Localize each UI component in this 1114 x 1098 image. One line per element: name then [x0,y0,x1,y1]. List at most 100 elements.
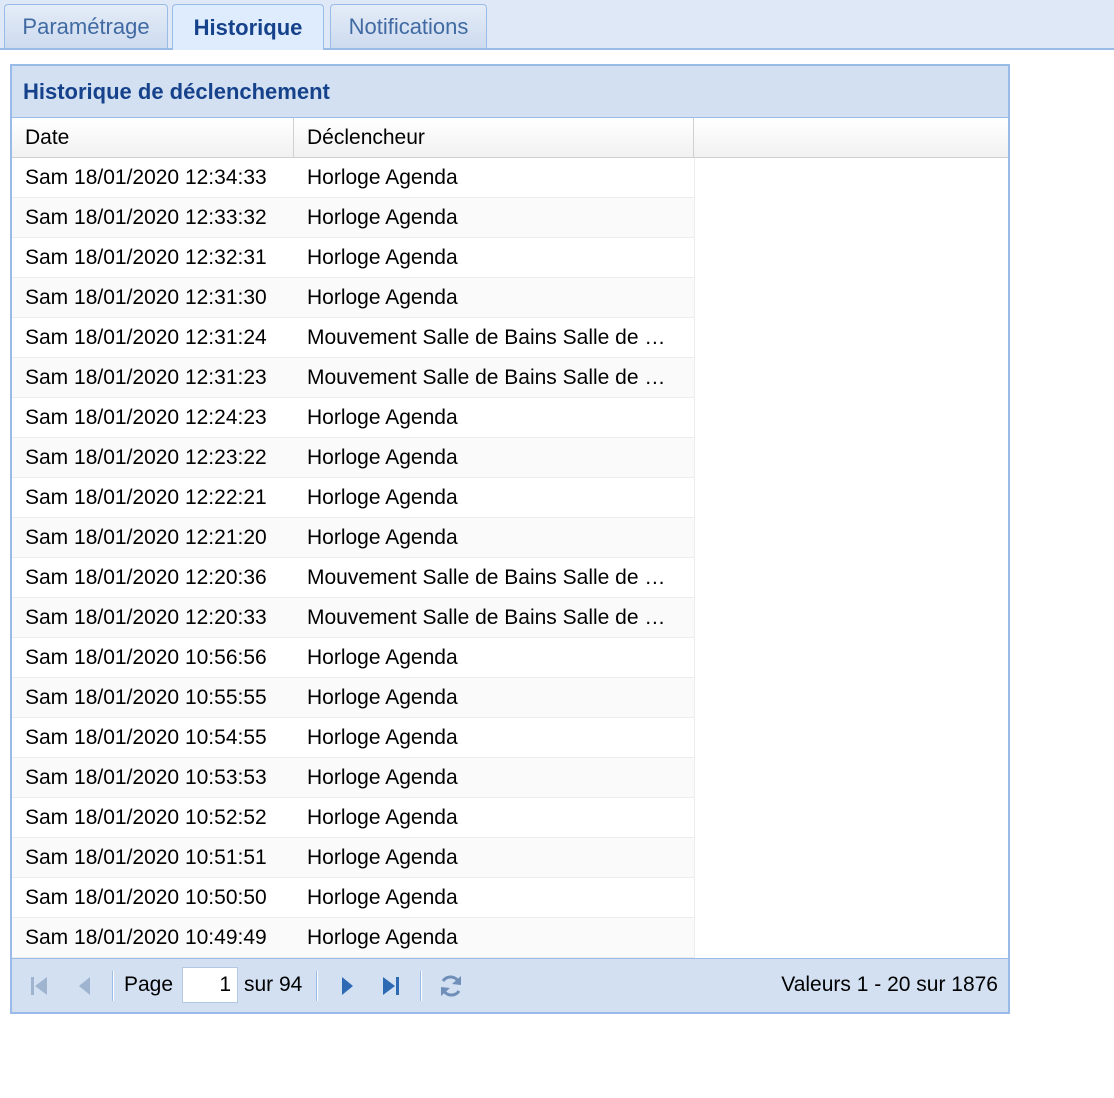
date-cell: Sam 18/01/2020 12:32:31 [12,238,294,278]
trigger-cell: Horloge Agenda [294,198,694,238]
date-cell: Sam 18/01/2020 12:31:30 [12,278,294,318]
trigger-text: Mouvement Salle de Bains Salle de … [307,606,666,629]
date-cell: Sam 18/01/2020 10:53:53 [12,758,294,798]
table-row[interactable]: Sam 18/01/2020 12:24:23 Horloge Agenda [12,398,694,438]
date-text: Sam 18/01/2020 10:56:56 [25,646,267,669]
table-row[interactable]: Sam 18/01/2020 10:55:55 Horloge Agenda [12,678,694,718]
date-cell: Sam 18/01/2020 12:31:23 [12,358,294,398]
table-row[interactable]: Sam 18/01/2020 12:20:33 Mouvement Salle d… [12,598,694,638]
date-cell: Sam 18/01/2020 10:50:50 [12,878,294,918]
table-row[interactable]: Sam 18/01/2020 12:20:36 Mouvement Salle d… [12,558,694,598]
trigger-cell: Horloge Agenda [294,638,694,678]
date-text: Sam 18/01/2020 12:24:23 [25,406,267,429]
trigger-cell: Horloge Agenda [294,158,694,198]
table-row[interactable]: Sam 18/01/2020 10:54:55 Horloge Agenda [12,718,694,758]
table-row[interactable]: Sam 18/01/2020 10:52:52 Horloge Agenda [12,798,694,838]
date-cell: Sam 18/01/2020 10:51:51 [12,838,294,878]
date-text: Sam 18/01/2020 12:21:20 [25,526,267,549]
trigger-cell: Horloge Agenda [294,478,694,518]
trigger-cell: Horloge Agenda [294,678,694,718]
date-text: Sam 18/01/2020 12:33:32 [25,206,267,229]
date-text: Sam 18/01/2020 12:32:31 [25,246,267,269]
trigger-text: Horloge Agenda [307,406,458,429]
trigger-cell: Mouvement Salle de Bains Salle de … [294,318,694,358]
date-text: Sam 18/01/2020 10:53:53 [25,766,267,789]
tab-parametrage[interactable]: Paramétrage [4,4,168,48]
page-label: Page [124,973,174,996]
trigger-text: Horloge Agenda [307,646,458,669]
next-page-button[interactable] [330,969,364,1003]
paging-toolbar: Page sur 94 Valeurs 1 - 20 sur 1876 [12,958,1008,1012]
date-cell: Sam 18/01/2020 12:23:22 [12,438,294,478]
date-cell: Sam 18/01/2020 10:55:55 [12,678,294,718]
table-row[interactable]: Sam 18/01/2020 12:22:21 Horloge Agenda [12,478,694,518]
date-text: Sam 18/01/2020 10:54:55 [25,726,267,749]
first-page-button[interactable] [22,969,56,1003]
previous-page-button[interactable] [68,969,102,1003]
table-row[interactable]: Sam 18/01/2020 12:33:32 Horloge Agenda [12,198,694,238]
date-cell: Sam 18/01/2020 10:56:56 [12,638,294,678]
trigger-cell: Horloge Agenda [294,398,694,438]
page-number-input[interactable] [182,967,238,1003]
trigger-text: Horloge Agenda [307,446,458,469]
date-cell: Sam 18/01/2020 12:24:23 [12,398,294,438]
date-text: Sam 18/01/2020 10:52:52 [25,806,267,829]
table-row[interactable]: Sam 18/01/2020 12:34:33 Horloge Agenda [12,158,694,198]
trigger-text: Horloge Agenda [307,726,458,749]
trigger-text: Mouvement Salle de Bains Salle de … [307,366,666,389]
trigger-text: Horloge Agenda [307,686,458,709]
date-text: Sam 18/01/2020 12:20:36 [25,566,267,589]
date-text: Sam 18/01/2020 12:20:33 [25,606,267,629]
toolbar-separator [316,971,318,1001]
date-cell: Sam 18/01/2020 12:20:33 [12,598,294,638]
trigger-cell: Horloge Agenda [294,518,694,558]
trigger-cell: Horloge Agenda [294,878,694,918]
trigger-text: Horloge Agenda [307,286,458,309]
trigger-cell: Horloge Agenda [294,838,694,878]
date-text: Sam 18/01/2020 10:55:55 [25,686,267,709]
trigger-text: Horloge Agenda [307,526,458,549]
tab-historique[interactable]: Historique [172,4,324,50]
column-header-date[interactable]: Date [12,118,294,158]
refresh-icon [441,975,461,997]
date-cell: Sam 18/01/2020 10:49:49 [12,918,294,958]
column-header-trigger[interactable]: Déclencheur [294,118,694,158]
tab-strip: Paramétrage Historique Notifications [0,0,1114,50]
trigger-text: Horloge Agenda [307,206,458,229]
trigger-text: Horloge Agenda [307,766,458,789]
tab-label: Paramétrage [22,13,150,39]
table-row[interactable]: Sam 18/01/2020 12:31:23 Mouvement Salle d… [12,358,694,398]
date-text: Sam 18/01/2020 10:50:50 [25,886,267,909]
trigger-text: Horloge Agenda [307,806,458,829]
refresh-button[interactable] [434,969,468,1003]
date-text: Sam 18/01/2020 10:51:51 [25,846,267,869]
toolbar-separator [420,971,422,1001]
last-page-button[interactable] [374,969,408,1003]
table-row[interactable]: Sam 18/01/2020 10:56:56 Horloge Agenda [12,638,694,678]
trigger-cell: Mouvement Salle de Bains Salle de … [294,598,694,638]
column-header-label: Date [25,126,70,149]
table-row[interactable]: Sam 18/01/2020 12:21:20 Horloge Agenda [12,518,694,558]
tab-notifications[interactable]: Notifications [330,4,487,48]
date-cell: Sam 18/01/2020 12:21:20 [12,518,294,558]
table-row[interactable]: Sam 18/01/2020 12:32:31 Horloge Agenda [12,238,694,278]
date-cell: Sam 18/01/2020 12:31:24 [12,318,294,358]
date-text: Sam 18/01/2020 12:31:30 [25,286,267,309]
trigger-text: Mouvement Salle de Bains Salle de … [307,566,666,589]
date-cell: Sam 18/01/2020 12:33:32 [12,198,294,238]
trigger-cell: Horloge Agenda [294,238,694,278]
table-row[interactable]: Sam 18/01/2020 10:53:53 Horloge Agenda [12,758,694,798]
table-row[interactable]: Sam 18/01/2020 10:51:51 Horloge Agenda [12,838,694,878]
trigger-cell: Horloge Agenda [294,718,694,758]
table-row[interactable]: Sam 18/01/2020 10:49:49 Horloge Agenda [12,918,694,958]
trigger-cell: Horloge Agenda [294,918,694,958]
table-row[interactable]: Sam 18/01/2020 10:50:50 Horloge Agenda [12,878,694,918]
last-page-icon [383,977,399,995]
trigger-text: Mouvement Salle de Bains Salle de … [307,326,666,349]
history-panel: Historique de déclenchement Date Déclenc… [10,64,1010,1014]
grid-header: Date Déclencheur [12,118,1008,158]
table-row[interactable]: Sam 18/01/2020 12:23:22 Horloge Agenda [12,438,694,478]
table-row[interactable]: Sam 18/01/2020 12:31:30 Horloge Agenda [12,278,694,318]
table-row[interactable]: Sam 18/01/2020 12:31:24 Mouvement Salle d… [12,318,694,358]
trigger-text: Horloge Agenda [307,886,458,909]
